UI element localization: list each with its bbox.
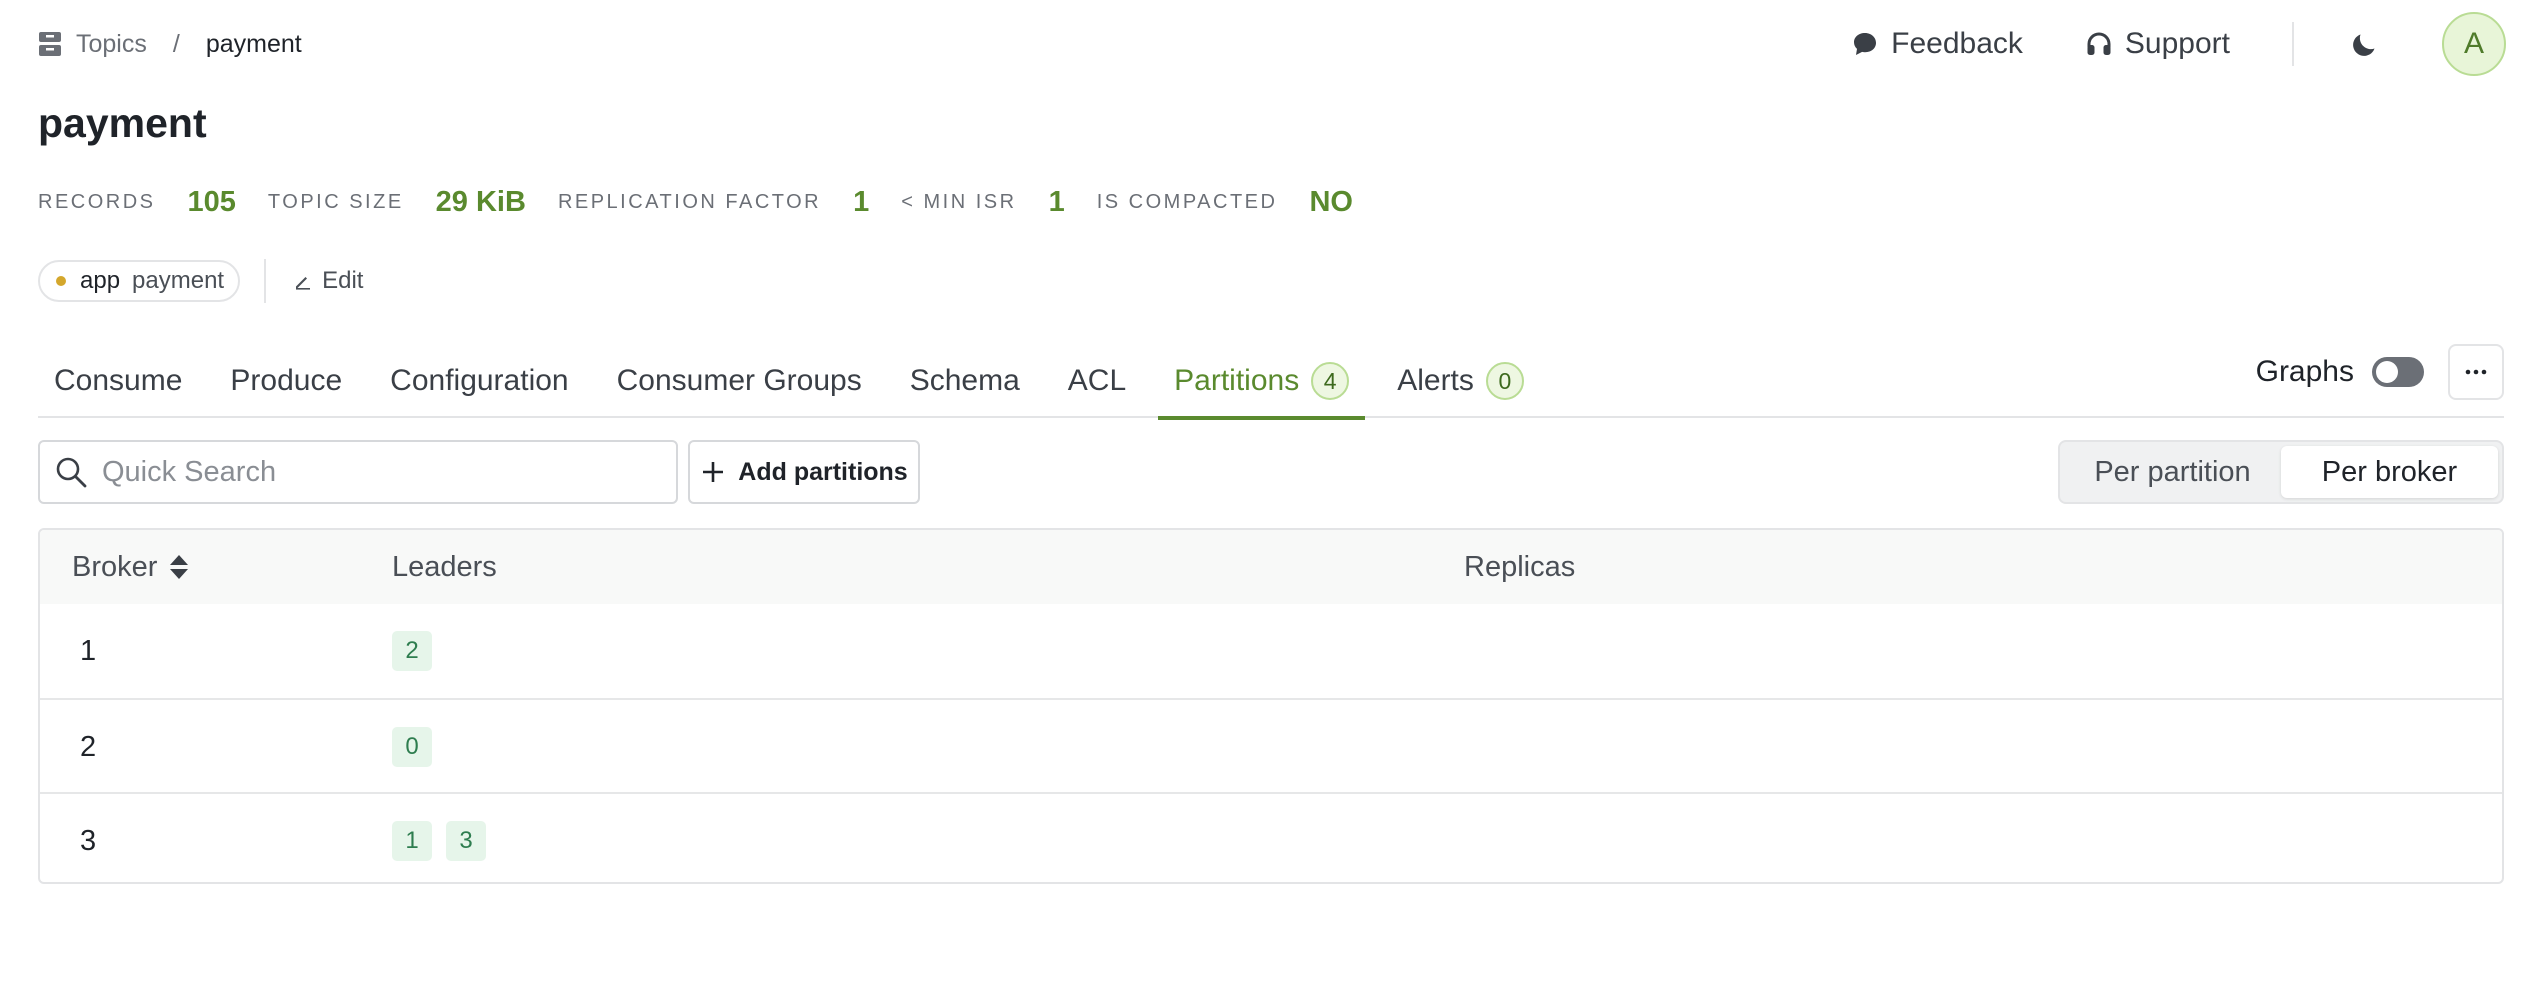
view-per-broker[interactable]: Per broker	[2281, 446, 2498, 498]
breadcrumb-topics-link[interactable]: Topics	[76, 30, 147, 59]
brokers-table: Broker Leaders Replicas 1 2 2 0 3 1 3	[38, 528, 2504, 884]
broker-column-header[interactable]: Broker	[72, 530, 189, 604]
broker-cell: 1	[80, 634, 97, 667]
topics-icon	[38, 31, 62, 57]
records-value: 105	[187, 185, 236, 218]
topic-size-label: TOPIC SIZE	[267, 190, 404, 213]
tab-configuration-label: Configuration	[390, 364, 569, 397]
tab-consume-label: Consume	[54, 364, 183, 397]
tab-schema-label: Schema	[909, 364, 1020, 397]
partition-badge: 3	[446, 821, 486, 861]
broker-column-label: Broker	[72, 550, 158, 583]
user-avatar[interactable]: A	[2442, 12, 2506, 76]
partitions-count-badge: 4	[1311, 362, 1350, 400]
tab-schema[interactable]: Schema	[894, 344, 1036, 418]
breadcrumb-separator: /	[172, 29, 180, 58]
breadcrumb: Topics / payment	[38, 28, 302, 60]
ellipsis-icon	[2465, 369, 2487, 375]
tab-alerts[interactable]: Alerts 0	[1381, 344, 1540, 418]
replicas-column-header: Replicas	[1464, 550, 1576, 583]
pencil-icon	[296, 277, 311, 290]
tab-configuration[interactable]: Configuration	[374, 344, 584, 418]
breadcrumb-current: payment	[205, 29, 302, 58]
replication-factor-label: REPLICATION FACTOR	[557, 190, 822, 213]
records-label: RECORDS	[38, 190, 156, 213]
support-label: Support	[2124, 27, 2230, 60]
tab-acl-label: ACL	[1067, 364, 1127, 397]
partition-badge: 2	[392, 631, 432, 671]
search-icon	[56, 457, 87, 488]
labels-divider	[264, 259, 267, 303]
table-row: 2 0	[40, 698, 2502, 792]
more-options-button[interactable]	[2448, 344, 2504, 400]
graphs-label: Graphs	[2255, 355, 2354, 388]
leaders-cell: 1 3	[392, 794, 500, 882]
replication-factor-value: 1	[853, 185, 870, 218]
tab-acl[interactable]: ACL	[1052, 344, 1142, 418]
top-header: Topics / payment Feedback Support A	[0, 0, 2542, 88]
feedback-button[interactable]: Feedback	[1851, 27, 2023, 61]
label-dot	[56, 276, 66, 286]
tab-produce[interactable]: Produce	[214, 344, 358, 418]
topic-partitions-page: Topics / payment Feedback Support A paym…	[0, 0, 2542, 1000]
label-chip: app payment	[38, 260, 241, 302]
quick-search-input[interactable]	[102, 455, 662, 489]
partition-badge: 1	[392, 821, 432, 861]
header-divider	[2292, 22, 2294, 66]
label-key: app	[80, 267, 121, 294]
broker-cell: 3	[80, 824, 97, 857]
header-actions: Feedback Support A	[1851, 12, 2506, 76]
topic-tabs: Consume Produce Configuration Consumer G…	[38, 344, 2504, 420]
label-value: payment	[132, 267, 225, 294]
topic-stats: RECORDS 105 TOPIC SIZE 29 KiB REPLICATIO…	[38, 182, 1385, 222]
graphs-toggle[interactable]	[2372, 357, 2424, 387]
is-compacted-value: NO	[1309, 185, 1353, 218]
chat-bubble-icon	[1854, 33, 1877, 55]
leaders-cell: 2	[392, 604, 446, 698]
page-title: payment	[38, 100, 207, 146]
add-partitions-label: Add partitions	[738, 457, 908, 486]
moon-icon	[2353, 34, 2375, 56]
support-button[interactable]: Support	[2085, 27, 2230, 61]
tab-list: Consume Produce Configuration Consumer G…	[38, 344, 1556, 420]
table-row: 1 2	[40, 604, 2502, 698]
tab-consumer-groups[interactable]: Consumer Groups	[601, 344, 878, 418]
min-isr-label: < MIN ISR	[901, 190, 1017, 213]
sort-icon	[170, 555, 189, 579]
min-isr-value: 1	[1048, 185, 1065, 218]
dark-mode-toggle[interactable]	[2350, 29, 2380, 59]
topic-labels: app payment Edit	[38, 259, 363, 303]
leaders-column-header: Leaders	[392, 550, 497, 583]
edit-label: Edit	[322, 267, 364, 294]
view-mode-switch: Per partition Per broker	[2058, 440, 2504, 504]
headphones-icon	[2087, 32, 2111, 55]
tab-right-controls: Graphs	[2256, 344, 2504, 418]
tab-partitions-label: Partitions	[1174, 364, 1300, 397]
tab-partitions[interactable]: Partitions 4	[1158, 344, 1366, 420]
table-row: 3 1 3	[40, 792, 2502, 882]
tab-consume[interactable]: Consume	[38, 344, 198, 418]
add-partitions-button[interactable]: Add partitions	[688, 440, 920, 504]
tab-consumer-groups-label: Consumer Groups	[616, 364, 862, 397]
alerts-count-badge: 0	[1485, 362, 1524, 400]
topic-size-value: 29 KiB	[435, 185, 526, 218]
tab-alerts-label: Alerts	[1397, 364, 1474, 397]
graphs-control: Graphs	[2256, 344, 2424, 400]
is-compacted-label: IS COMPACTED	[1096, 190, 1278, 213]
partition-badge: 0	[392, 727, 432, 767]
graphs-toggle-knob	[2376, 361, 2398, 383]
leaders-cell: 0	[392, 700, 446, 794]
tab-produce-label: Produce	[230, 364, 343, 397]
quick-search-box	[38, 440, 678, 504]
broker-cell: 2	[80, 730, 97, 763]
table-header: Broker Leaders Replicas	[40, 530, 2502, 604]
edit-labels-button[interactable]: Edit	[294, 267, 363, 295]
plus-icon	[703, 462, 724, 482]
feedback-label: Feedback	[1891, 27, 2023, 60]
view-per-partition[interactable]: Per partition	[2064, 446, 2281, 498]
